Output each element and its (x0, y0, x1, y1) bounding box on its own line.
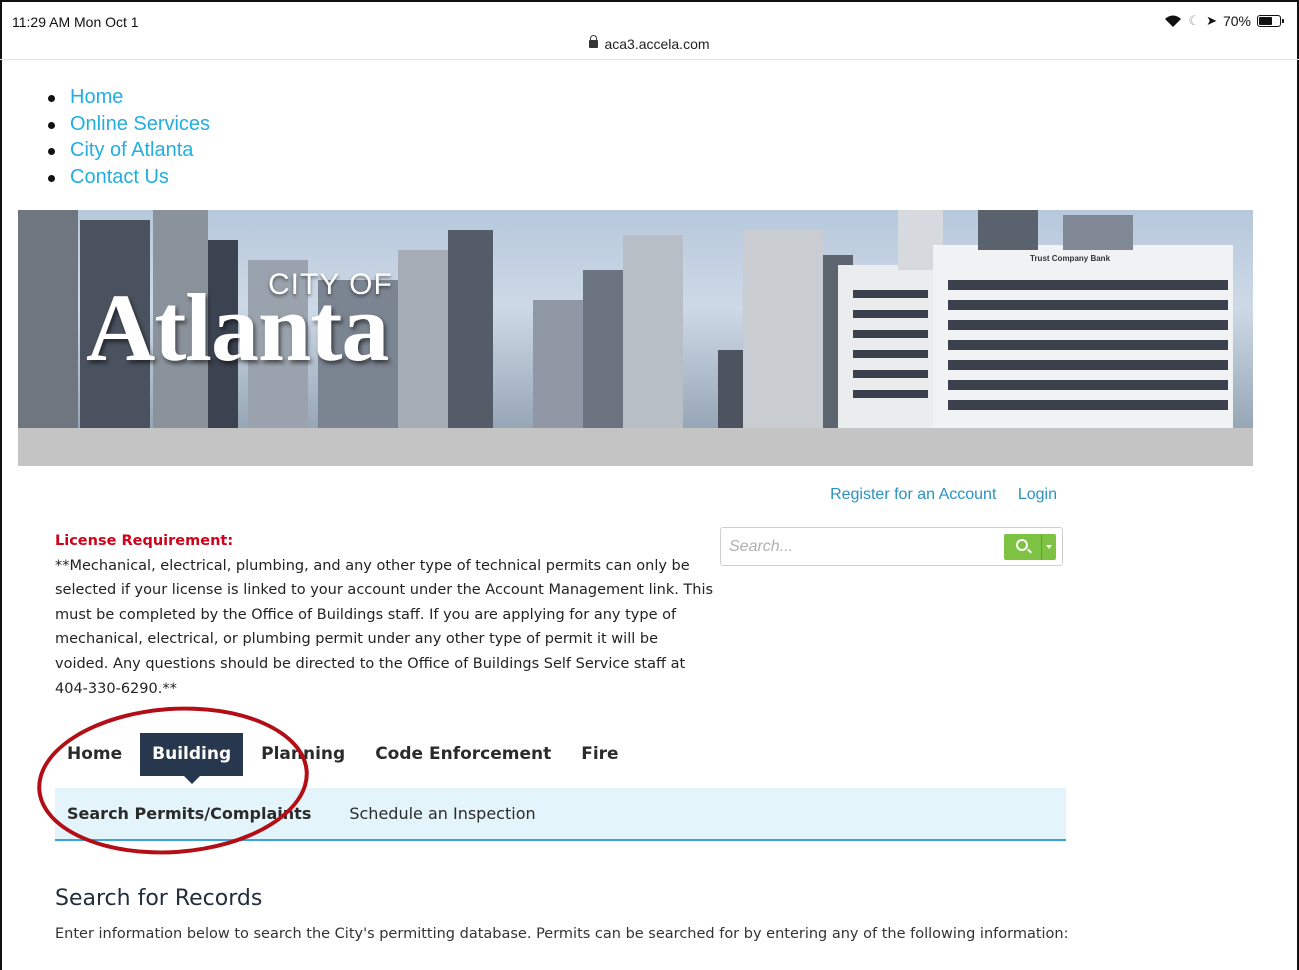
license-title: License Requirement: (55, 533, 234, 549)
tab-fire[interactable]: Fire (569, 733, 630, 776)
top-nav-item-city: City of Atlanta (48, 137, 210, 164)
top-nav-item-contact: Contact Us (48, 164, 210, 191)
top-nav-item-online-services: Online Services (48, 111, 210, 138)
top-nav-item-home: Home (48, 84, 210, 111)
login-link[interactable]: Login (1018, 486, 1057, 503)
battery-icon (1257, 15, 1284, 27)
address-bar[interactable]: aca3.accela.com (0, 35, 1299, 52)
contact-us-link[interactable]: Contact Us (70, 166, 169, 188)
records-description: Enter information below to search the Ci… (55, 926, 1069, 942)
city-banner: CITY OF Atlanta Trust Company Bank (18, 210, 1253, 428)
status-bar: 11:29 AM Mon Oct 1 aca3.accela.com ☾ ➤ 7… (0, 0, 1299, 60)
tab-code-enforcement[interactable]: Code Enforcement (363, 733, 563, 776)
location-icon: ➤ (1206, 13, 1217, 28)
chevron-down-icon[interactable] (1046, 545, 1052, 549)
building-subnav: Search Permits/Complaints Schedule an In… (55, 788, 1066, 841)
moon-icon: ☾ (1188, 13, 1201, 28)
license-body: **Mechanical, electrical, plumbing, and … (55, 557, 714, 697)
module-tabs: Home Building Planning Code Enforcement … (55, 733, 637, 784)
tab-planning[interactable]: Planning (249, 733, 357, 776)
clock: 11:29 AM Mon Oct 1 (12, 14, 139, 30)
wifi-icon (1165, 15, 1182, 27)
global-search (720, 527, 1063, 566)
battery-percent: 70% (1222, 13, 1251, 29)
license-notice: License Requirement: **Mechanical, elect… (55, 529, 715, 701)
page-title: Search for Records (55, 886, 263, 911)
home-link[interactable]: Home (70, 86, 123, 108)
banner-building-sign: Trust Company Bank (1030, 254, 1111, 263)
city-of-atlanta-link[interactable]: City of Atlanta (70, 139, 193, 161)
search-button[interactable] (1004, 534, 1056, 560)
search-input[interactable] (729, 536, 999, 558)
top-nav: Home Online Services City of Atlanta Con… (48, 84, 210, 190)
search-icon (1016, 539, 1028, 551)
banner-strip (18, 428, 1253, 466)
status-icons: ☾ ➤ 70% (1164, 13, 1284, 29)
url-text: aca3.accela.com (604, 36, 710, 52)
register-link[interactable]: Register for an Account (830, 486, 996, 503)
banner-city-name: Atlanta (86, 274, 389, 381)
tab-home[interactable]: Home (55, 733, 134, 776)
lock-icon (589, 35, 599, 48)
account-links: Register for an Account Login (813, 486, 1057, 504)
online-services-link[interactable]: Online Services (70, 113, 210, 135)
subnav-schedule-inspection[interactable]: Schedule an Inspection (349, 804, 535, 823)
subnav-search-permits[interactable]: Search Permits/Complaints (67, 804, 311, 823)
search-button-divider (1041, 534, 1042, 560)
tab-building[interactable]: Building (140, 733, 244, 784)
battery-fill (1259, 17, 1272, 25)
